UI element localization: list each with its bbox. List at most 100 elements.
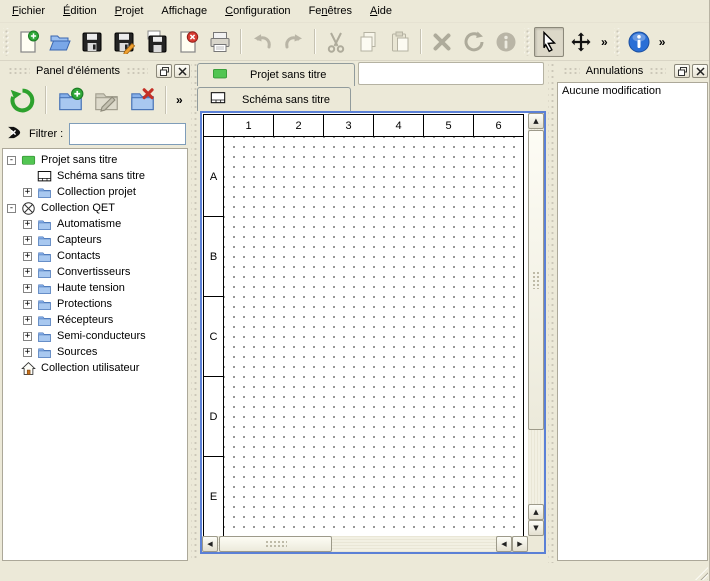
folder-icon (37, 297, 52, 312)
folder-icon (37, 329, 52, 344)
tree-item-haute-tension[interactable]: +Haute tension (3, 280, 187, 296)
float-panel-button[interactable] (156, 64, 172, 78)
new-document-button[interactable] (13, 27, 43, 57)
paste-icon (388, 30, 412, 54)
expand-icon[interactable]: + (23, 348, 32, 357)
tree-item-capteurs[interactable]: +Capteurs (3, 232, 187, 248)
scroll-up-button[interactable]: ▲ (528, 113, 544, 129)
toolbar-drag-handle[interactable] (3, 28, 10, 56)
expand-icon[interactable]: + (23, 220, 32, 229)
delete-button[interactable] (427, 27, 457, 57)
elements-panel-titlebar[interactable]: Panel d'éléments (0, 62, 192, 80)
scroll-left-button[interactable]: ◀ (202, 536, 218, 552)
scroll-up-button-2[interactable]: ▲ (528, 504, 544, 520)
menu-projet[interactable]: Projet (106, 1, 153, 21)
right-splitter-handle[interactable] (548, 62, 554, 563)
toolbar-separator (420, 29, 422, 54)
menu-aide[interactable]: Aide (361, 1, 401, 21)
open-project-button[interactable] (45, 27, 75, 57)
tree-item-recepteurs[interactable]: +Récepteurs (3, 312, 187, 328)
expand-icon[interactable]: + (23, 332, 32, 341)
tab-schema-sans-titre[interactable]: Schéma sans titre (197, 87, 351, 111)
close-panel-button[interactable] (692, 64, 708, 78)
tree-item-collection-qet[interactable]: -Collection QET (3, 200, 187, 216)
left-splitter-handle[interactable] (191, 62, 197, 562)
paste-button[interactable] (385, 27, 415, 57)
horizontal-scroll-thumb[interactable] (219, 536, 332, 552)
tree-item-projet-sans-titre[interactable]: -Projet sans titre (3, 152, 187, 168)
toolbar-overflow-button[interactable]: » (597, 35, 612, 49)
tree-item-protections[interactable]: +Protections (3, 296, 187, 312)
toolbar-drag-handle[interactable] (614, 28, 621, 56)
undo-panel-titlebar[interactable]: Annulations (555, 62, 710, 80)
resize-grip[interactable] (695, 567, 708, 580)
copy-button[interactable] (353, 27, 383, 57)
move-mode-button[interactable] (566, 27, 596, 57)
save-button[interactable] (77, 27, 107, 57)
close-document-button[interactable] (173, 27, 203, 57)
menu-configuration[interactable]: Configuration (216, 1, 299, 21)
toolbar-overflow-button[interactable]: » (655, 35, 670, 49)
print-button[interactable] (205, 27, 235, 57)
redo-button[interactable] (279, 27, 309, 57)
rotate-button[interactable] (459, 27, 489, 57)
menu-edition[interactable]: Édition (54, 1, 106, 21)
vertical-scrollbar[interactable]: ▲▲▼ (528, 113, 544, 536)
delete-category-button[interactable] (125, 83, 159, 117)
folder-icon (37, 345, 52, 360)
scroll-down-button[interactable]: ▼ (528, 520, 544, 536)
expand-icon[interactable]: + (23, 236, 32, 245)
undo-button[interactable] (247, 27, 277, 57)
scroll-left-button-2[interactable]: ◀ (496, 536, 512, 552)
expand-icon[interactable]: + (23, 284, 32, 293)
tree-item-sources[interactable]: +Sources (3, 344, 187, 360)
cut-button[interactable] (321, 27, 351, 57)
row-header-C: C (203, 296, 224, 377)
menu-fenetres[interactable]: Fenêtres (300, 1, 361, 21)
filter-input[interactable] (69, 123, 186, 145)
qelectrotech-window: FichierÉditionProjetAffichageConfigurati… (0, 0, 710, 581)
expand-icon[interactable]: + (23, 316, 32, 325)
tree-item-semi-conducteurs[interactable]: +Semi-conducteurs (3, 328, 187, 344)
new-category-button[interactable] (53, 83, 87, 117)
reload-collections-button[interactable] (5, 83, 39, 117)
refresh-icon (9, 87, 36, 114)
collapse-icon[interactable]: - (7, 204, 16, 213)
menu-affichage[interactable]: Affichage (152, 1, 216, 21)
collections-toolbar: » (0, 80, 192, 120)
element-info-button[interactable] (491, 27, 521, 57)
expand-icon[interactable]: + (23, 188, 32, 197)
tree-item-automatisme[interactable]: +Automatisme (3, 216, 187, 232)
tree-item-collection-projet[interactable]: +Collection projet (3, 184, 187, 200)
float-panel-button[interactable] (674, 64, 690, 78)
menu-fichier[interactable]: Fichier (3, 1, 54, 21)
collapse-icon[interactable]: - (7, 156, 16, 165)
close-panel-button[interactable] (174, 64, 190, 78)
diagram-canvas[interactable] (223, 136, 524, 536)
toolbar-drag-handle[interactable] (524, 28, 531, 56)
tab-projet-sans-titre[interactable]: Projet sans titre (197, 63, 355, 86)
schema-sheet[interactable]: 123456ABCDE (202, 113, 528, 536)
vertical-scroll-thumb[interactable] (528, 130, 544, 430)
tree-item-convertisseurs[interactable]: +Convertisseurs (3, 264, 187, 280)
expand-icon[interactable]: + (23, 268, 32, 277)
titlebar-texture (8, 67, 30, 75)
edit-category-button[interactable] (89, 83, 123, 117)
row-header-E: E (203, 456, 224, 536)
save-as-button[interactable] (109, 27, 139, 57)
scroll-right-button[interactable]: ▶ (512, 536, 528, 552)
select-icon (537, 30, 561, 54)
toolbar-overflow-button[interactable]: » (172, 93, 187, 107)
select-mode-button[interactable] (534, 27, 564, 57)
about-qet-button[interactable] (624, 27, 654, 57)
expand-icon[interactable]: + (23, 300, 32, 309)
tree-item-contacts[interactable]: +Contacts (3, 248, 187, 264)
clear-filter-icon[interactable] (6, 124, 23, 144)
save-all-button[interactable] (141, 27, 171, 57)
expand-icon[interactable]: + (23, 252, 32, 261)
tree-item-schema-sans-titre[interactable]: Schéma sans titre (3, 168, 187, 184)
undo-history-item[interactable]: Aucune modification (558, 83, 707, 99)
tree-item-collection-utilisateur[interactable]: Collection utilisateur (3, 360, 187, 376)
horizontal-scrollbar[interactable]: ◀◀▶ (202, 536, 528, 552)
column-header-2: 2 (273, 114, 324, 137)
